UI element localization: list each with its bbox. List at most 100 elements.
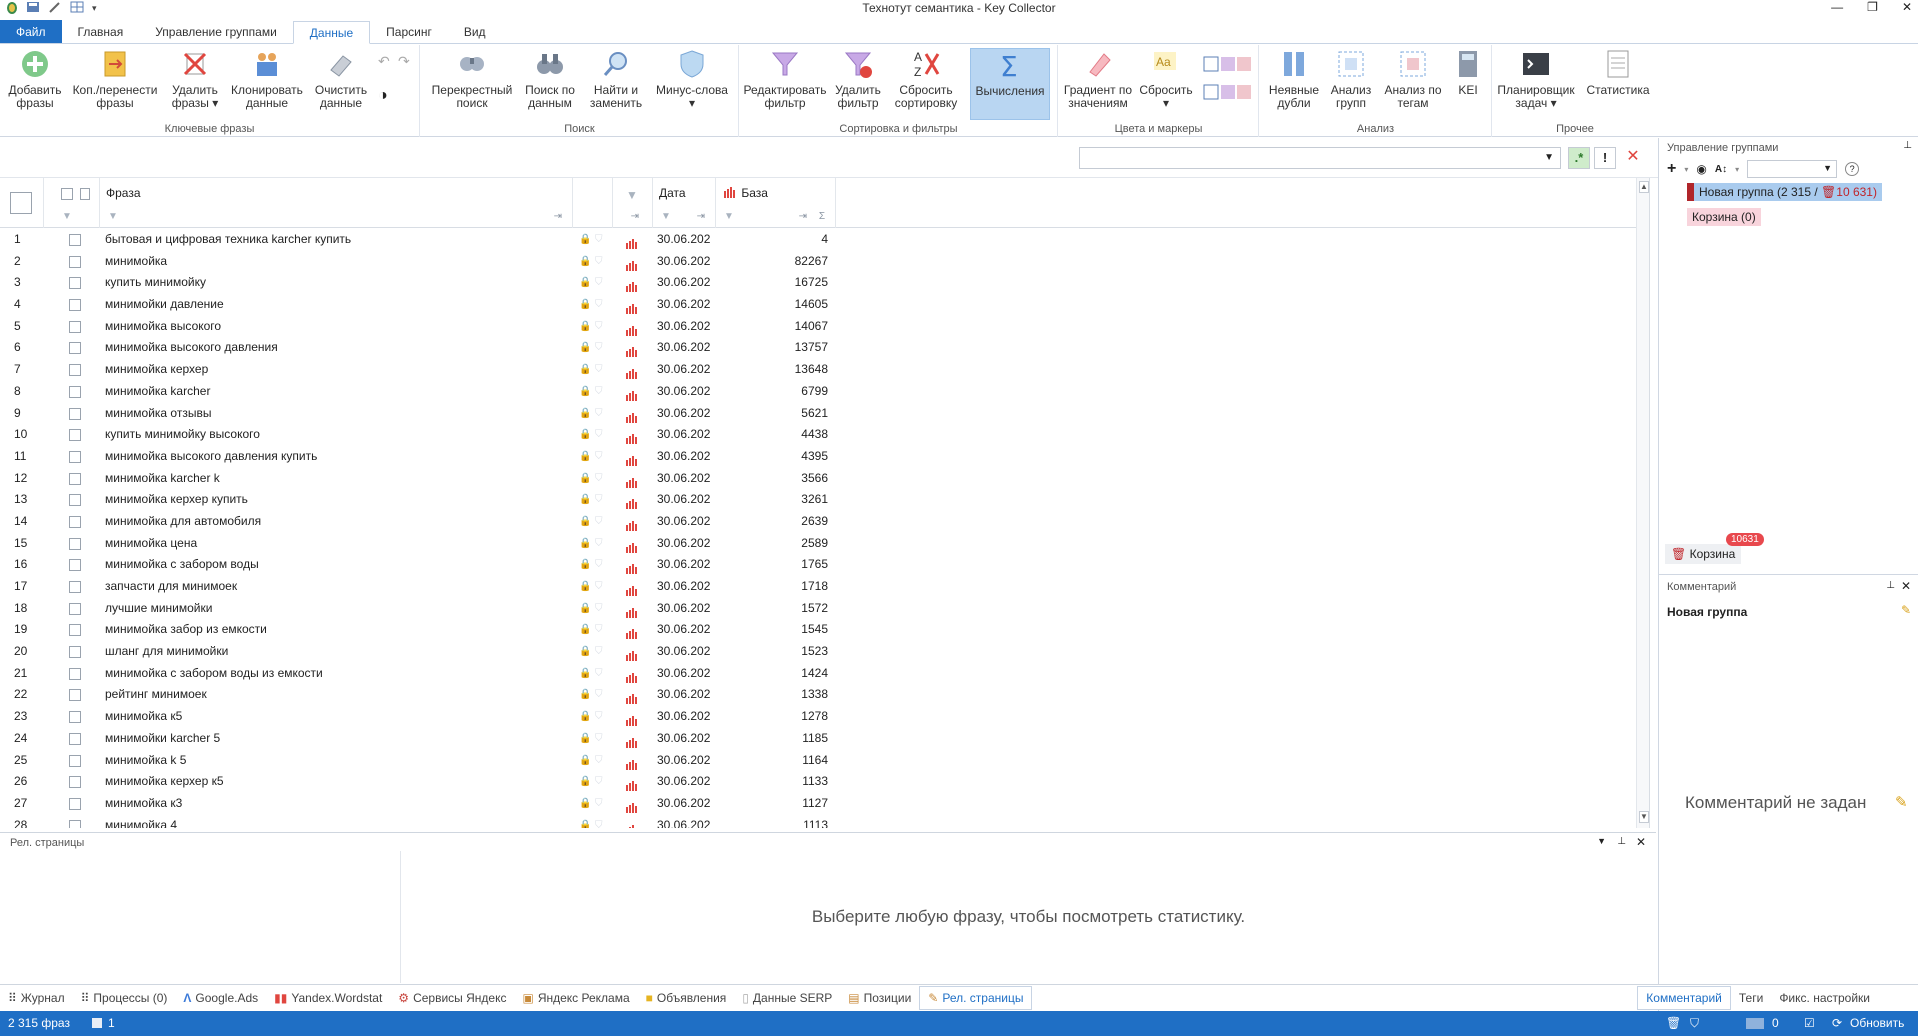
row-phrase[interactable]: минимойка высокого — [105, 316, 221, 338]
select-all-checkbox[interactable] — [61, 188, 73, 200]
trash-icon[interactable]: 🗑 — [1666, 1016, 1681, 1030]
row-phrase[interactable]: минимойка керхер купить — [105, 489, 248, 511]
shield-icon[interactable]: ⛉ — [595, 381, 603, 403]
row-checkbox[interactable] — [69, 819, 81, 828]
lock-icon[interactable]: 🔒 — [579, 554, 591, 576]
clone-data-button[interactable]: Клонировать данные — [228, 48, 306, 120]
shield-icon[interactable]: ⛉ — [595, 489, 603, 511]
shield-icon[interactable]: ⛉ — [595, 359, 603, 381]
filter-icon[interactable]: ▼ — [661, 211, 671, 222]
chevron-down-icon[interactable]: ▾ — [1735, 165, 1739, 174]
regex-button[interactable]: .* — [1568, 147, 1590, 169]
row-phrase[interactable]: минимойка — [105, 251, 167, 273]
row-phrase[interactable]: минимойка высокого давления — [105, 337, 278, 359]
shield-icon[interactable]: ⛉ — [595, 272, 603, 294]
lock-icon[interactable]: 🔒 — [579, 750, 591, 772]
row-checkbox[interactable] — [69, 776, 81, 789]
pin-panel-icon[interactable]: ⊥ — [1886, 580, 1895, 591]
pin-icon[interactable]: ⇥ — [697, 211, 705, 222]
pin-icon[interactable]: ⇥ — [799, 211, 807, 222]
row-phrase[interactable]: минимойка 4 — [105, 815, 177, 828]
row-checkbox[interactable] — [69, 711, 81, 724]
tab-ads[interactable]: ■ Объявления — [638, 986, 735, 1010]
row-checkbox[interactable] — [69, 667, 81, 680]
table-row[interactable]: 7 минимойка керхер 🔒 ⛉ 30.06.202 13648 — [0, 359, 1636, 381]
lock-icon[interactable]: 🔒 — [579, 619, 591, 641]
shield-icon[interactable]: ⛉ — [595, 294, 603, 316]
table-row[interactable]: 26 минимойка керхер к5 🔒 ⛉ 30.06.202 1133 — [0, 771, 1636, 793]
tab-group-management[interactable]: Управление группами — [139, 20, 293, 43]
row-phrase[interactable]: минимойка для автомобиля — [105, 511, 261, 533]
shield-icon[interactable]: ⛉ — [595, 337, 603, 359]
row-checkbox[interactable] — [69, 559, 81, 572]
shield-icon[interactable]: ⛉ — [595, 533, 603, 555]
row-phrase[interactable]: минимойка с забором воды — [105, 554, 259, 576]
quick-filter-input[interactable]: ▼ — [1079, 147, 1561, 169]
marker-grid-icon[interactable] — [1203, 83, 1255, 106]
row-phrase[interactable]: бытовая и цифровая техника karcher купит… — [105, 229, 351, 251]
table-row[interactable]: 2 минимойка 🔒 ⛉ 30.06.202 82267 — [0, 251, 1636, 273]
row-checkbox[interactable] — [69, 234, 81, 246]
tab-google-ads[interactable]: Λ Google.Ads — [175, 986, 266, 1010]
delete-filter-button[interactable]: Удалить фильтр — [826, 48, 890, 120]
lock-icon[interactable]: 🔒 — [579, 381, 591, 403]
tab-parsing[interactable]: Парсинг — [370, 20, 448, 43]
tab-yandex-wordstat[interactable]: ▮▮ Yandex.Wordstat — [266, 986, 390, 1010]
sum-icon[interactable]: Σ — [819, 211, 825, 222]
edit-pencil-icon[interactable]: ✎ — [1901, 603, 1911, 617]
clear-filter-icon[interactable]: ✕ — [1622, 147, 1644, 169]
gradient-button[interactable]: Градиент по значениям — [1059, 48, 1137, 120]
table-row[interactable]: 15 минимойка цена 🔒 ⛉ 30.06.202 2589 — [0, 533, 1636, 555]
shield-icon[interactable]: ⛉ — [595, 316, 603, 338]
chevron-down-icon[interactable]: ▼ — [1544, 152, 1554, 163]
implicit-duplicates-button[interactable]: Неявные дубли — [1264, 48, 1324, 120]
table-row[interactable]: 20 шланг для минимойки 🔒 ⛉ 30.06.202 1523 — [0, 641, 1636, 663]
add-phrases-button[interactable]: Добавить фразы — [0, 48, 70, 120]
row-phrase[interactable]: минимойка цена — [105, 533, 197, 555]
shield-icon[interactable]: ⛉ — [595, 706, 603, 728]
lock-icon[interactable]: 🔒 — [579, 359, 591, 381]
cart-button[interactable]: 🗑 Корзина — [1665, 544, 1742, 564]
shield-icon[interactable]: ⛉ — [595, 554, 603, 576]
shield-icon[interactable]: ⛉ — [595, 576, 603, 598]
row-checkbox[interactable] — [69, 581, 81, 593]
table-row[interactable]: 23 минимойка к5 🔒 ⛉ 30.06.202 1278 — [0, 706, 1636, 728]
add-group-icon[interactable]: + — [1667, 160, 1676, 178]
delete-phrases-button[interactable]: Удалить фразы ▾ — [160, 48, 230, 120]
lock-icon[interactable]: 🔒 — [579, 533, 591, 555]
lock-icon[interactable]: 🔒 — [579, 424, 591, 446]
lock-icon[interactable]: 🔒 — [579, 641, 591, 663]
header-base[interactable]: База ▼ ⇥ Σ — [716, 178, 836, 228]
minimize-button[interactable]: — — [1831, 0, 1843, 14]
cross-search-button[interactable]: Перекрестный поиск — [431, 48, 513, 120]
lock-icon[interactable]: 🔒 — [579, 468, 591, 490]
lock-icon[interactable]: 🔒 — [579, 706, 591, 728]
row-phrase[interactable]: минимойка керхер — [105, 359, 208, 381]
color-grid-icon[interactable] — [1203, 55, 1255, 78]
row-phrase[interactable]: минимойка к3 — [105, 793, 182, 815]
tags-analysis-button[interactable]: Анализ по тегам — [1380, 48, 1446, 120]
row-phrase[interactable]: минимойка к5 — [105, 706, 182, 728]
table-row[interactable]: 19 минимойка забор из емкости 🔒 ⛉ 30.06.202 1… — [0, 619, 1636, 641]
table-row[interactable]: 8 минимойка karcher 🔒 ⛉ 30.06.202 6799 — [0, 381, 1636, 403]
row-phrase[interactable]: минимойка забор из емкости — [105, 619, 267, 641]
restore-button[interactable]: ❐ — [1867, 0, 1878, 14]
table-row[interactable]: 28 минимойка 4 🔒 ⛉ 30.06.202 1113 — [0, 815, 1636, 828]
table-row[interactable]: 11 минимойка высокого давления купить 🔒 ⛉ 30… — [0, 446, 1636, 468]
shield-icon[interactable]: ⛉ — [1690, 1016, 1699, 1031]
table-row[interactable]: 25 минимойка k 5 🔒 ⛉ 30.06.202 1164 — [0, 750, 1636, 772]
row-phrase[interactable]: минимойки karcher 5 — [105, 728, 220, 750]
row-phrase[interactable]: минимойка высокого давления купить — [105, 446, 317, 468]
row-phrase[interactable]: минимойка karcher k — [105, 468, 220, 490]
table-row[interactable]: 5 минимойка высокого 🔒 ⛉ 30.06.202 14067 — [0, 316, 1636, 338]
table-row[interactable]: 4 минимойки давление 🔒 ⛉ 30.06.202 14605 — [0, 294, 1636, 316]
shield-icon[interactable]: ⛉ — [595, 815, 603, 828]
reset-colors-button[interactable]: Aa Сбросить ▾ — [1137, 48, 1195, 120]
shield-icon[interactable]: ⛉ — [595, 619, 603, 641]
tab-related-pages[interactable]: ✎ Рел. страницы — [919, 985, 1033, 1010]
row-phrase[interactable]: купить минимойку — [105, 272, 206, 294]
refresh-icon[interactable]: ⟳ — [1832, 1016, 1842, 1030]
lock-icon[interactable]: 🔒 — [579, 403, 591, 425]
group-item-new-group[interactable]: Новая группа (2 315 / 🗑10 631) — [1687, 183, 1882, 201]
group-analysis-button[interactable]: Анализ групп — [1324, 48, 1378, 120]
